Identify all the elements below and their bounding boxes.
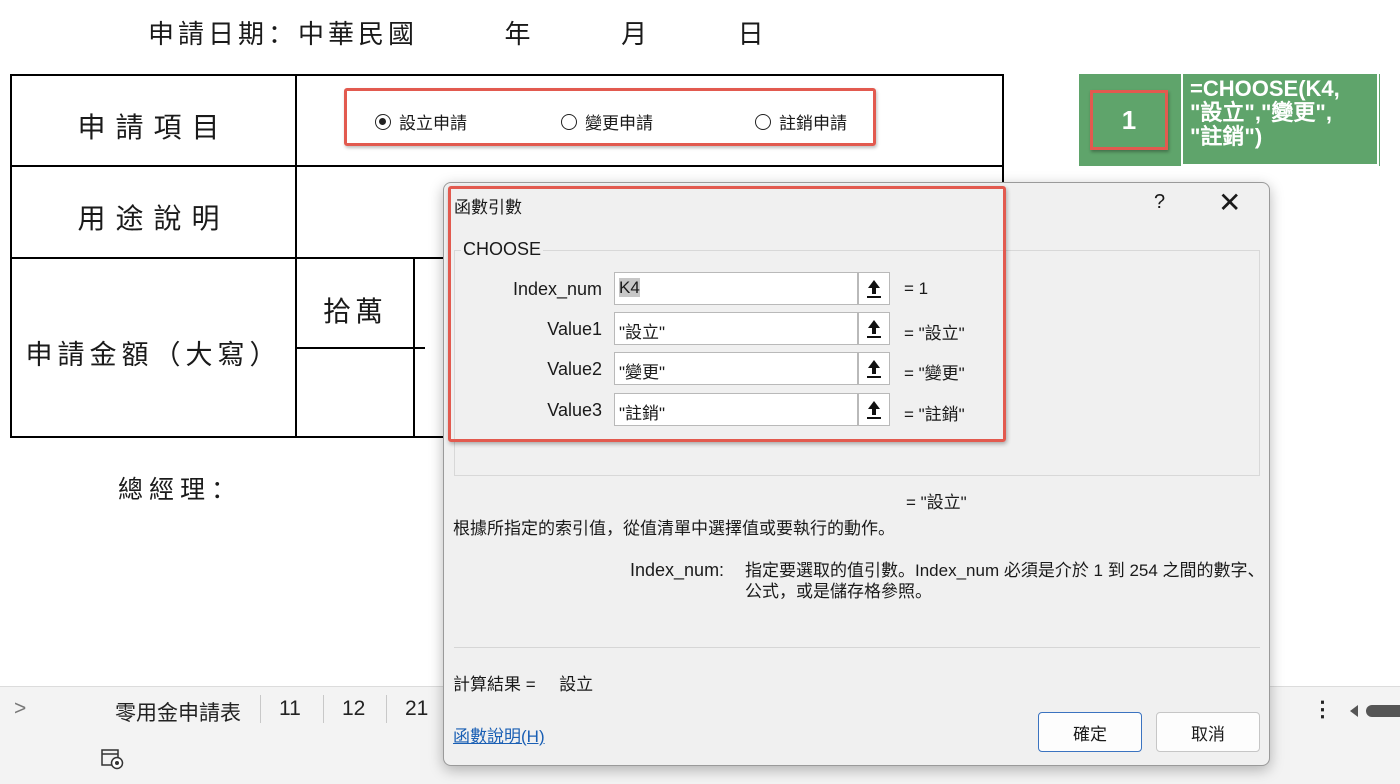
apply-date-year: 年 [504,20,535,50]
general-manager-label: 總經理： [118,475,243,504]
calc-result: 計算結果 = 設立 [453,670,593,695]
radio-selected-icon [375,113,391,130]
calc-result-value: 設立 [559,675,594,694]
cancel-button[interactable]: 取消 [1156,712,1260,752]
apply-date-day: 日 [737,20,768,50]
apply-type-radio-group: 設立申請 變更申請 註銷申請 [344,88,876,146]
arg-help-text: 指定要選取的值引數。Index_num 必須是介於 1 到 254 之間的數字、… [745,561,1265,601]
sheet-tab-21[interactable]: 21 [405,697,428,721]
tab-separator [323,695,324,723]
tab-scroll-right-icon[interactable]: > [14,697,26,721]
radio-setup-label: 設立申請 [399,114,467,133]
radio-setup[interactable]: 設立申請 [375,109,467,134]
unit-label: 拾萬 [322,295,387,328]
formula-line: =CHOOSE(K4, [1190,76,1340,101]
dialog-highlight-box [448,186,1006,442]
ok-button[interactable]: 確定 [1038,712,1142,752]
help-icon[interactable]: ? [1154,191,1165,214]
amount-label: 申請金額（大寫） [25,340,282,371]
function-description: 根據所指定的索引值，從值清單中選擇值或要執行的動作。 [453,519,895,538]
calc-result-label: 計算結果 = [453,675,536,694]
horizontal-scrollbar[interactable] [1348,701,1400,721]
apply-date-month: 月 [621,20,652,50]
column-divider [295,76,297,438]
radio-unselected-icon [561,113,577,130]
sheet-tab-petty-cash[interactable]: 零用金申請表 [115,697,241,727]
radio-unselected-icon [755,113,771,130]
annotation-cell-value: 1 [1090,90,1168,150]
formula-result-preview: = "設立" [906,493,967,512]
sheet-tab-11[interactable]: 11 [279,697,301,721]
formula-line: "註銷") [1190,124,1263,149]
apply-date-label: 申請日期：中華民國 [148,20,419,50]
function-help-link[interactable]: 函數說明(H) [453,722,545,747]
apply-date-line: 申請日期：中華民國 年 月 日 [148,14,768,51]
more-options-icon[interactable]: ⋮ [1312,697,1333,722]
formula-line: "設立","變更", [1190,100,1332,125]
radio-cancel[interactable]: 註銷申請 [755,109,847,134]
accessibility-check-icon[interactable] [100,747,126,771]
annotation-formula: =CHOOSE(K4, "設立","變更", "註銷") [1181,72,1379,166]
dialog-divider [454,647,1260,648]
purpose-label: 用途說明 [77,202,230,235]
column-divider [413,257,415,438]
apply-item-label: 申請項目 [77,111,230,144]
arg-help-label: Index_num: [630,560,725,580]
row-divider [295,347,425,349]
sheet-tab-12[interactable]: 12 [342,697,365,721]
tab-separator [386,695,387,723]
close-icon[interactable]: ✕ [1218,186,1241,219]
radio-change[interactable]: 變更申請 [561,109,653,134]
radio-cancel-label: 註銷申請 [779,114,847,133]
tab-separator [260,695,261,723]
row-divider [12,165,1004,167]
radio-change-label: 變更申請 [585,114,653,133]
